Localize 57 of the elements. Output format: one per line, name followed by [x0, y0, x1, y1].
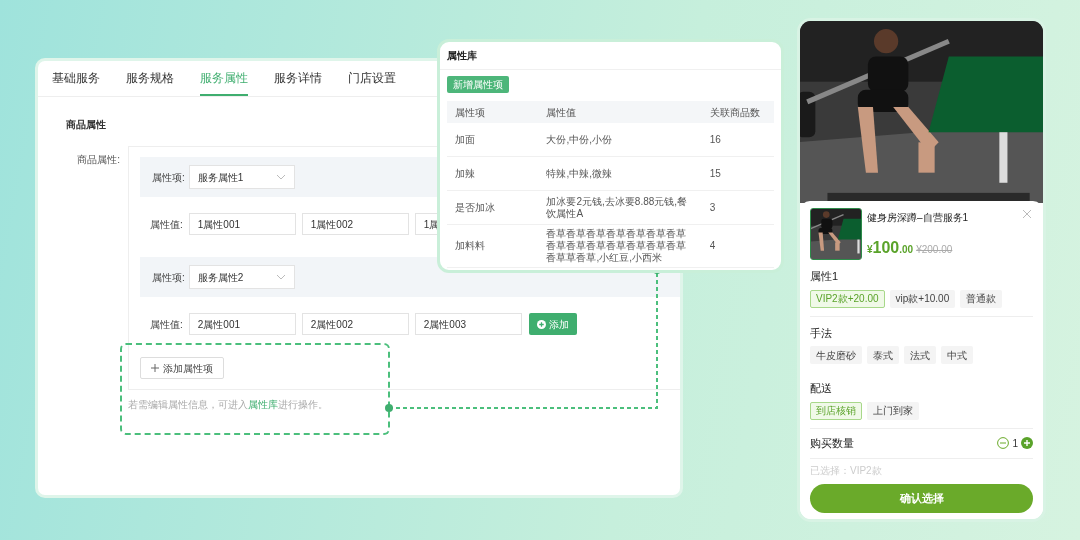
price: ¥100.00	[867, 238, 914, 258]
option-chip[interactable]: vip款+10.00	[889, 289, 956, 308]
option-chip[interactable]: 泰式	[867, 346, 899, 364]
table-cell-text: 是否加冰	[454, 201, 496, 214]
table-cell-text: 特辣,中辣,微辣	[545, 167, 614, 180]
input-field[interactable]: 2属性002	[301, 313, 409, 335]
table-cell-text: 加面	[454, 133, 476, 146]
input-field[interactable]: 1属性001	[188, 213, 296, 235]
column-header: 属性项	[454, 105, 486, 120]
option-group-title: 属性1	[810, 269, 840, 284]
table-cell-text: 3	[708, 201, 717, 214]
table-cell-text: 加辣	[454, 167, 476, 180]
tab[interactable]: 门店设置	[348, 61, 396, 96]
option-chip[interactable]: 牛皮磨砂	[810, 346, 862, 364]
original-price: ¥200.00	[916, 243, 953, 257]
panel-title: 属性库	[447, 49, 477, 63]
table-cell-text: 加料料	[454, 240, 486, 252]
option-group-title: 配送	[810, 381, 833, 396]
plus-circle-icon	[536, 319, 546, 329]
product-title: 健身房深蹲–自营服务1	[867, 211, 969, 225]
table-cell-text: 16	[708, 133, 722, 146]
select-field[interactable]: 服务属性2	[188, 265, 295, 289]
values-label: 属性值:	[150, 217, 183, 232]
option-chip[interactable]: 中式	[941, 346, 973, 364]
close-icon[interactable]	[1023, 210, 1031, 218]
tab[interactable]: 服务规格	[126, 61, 174, 96]
option-chip[interactable]: 上门到家	[867, 401, 919, 420]
quantity-label: 购买数量	[810, 435, 854, 451]
hint-text: 若需编辑属性信息，可进入属性库进行操作。	[128, 398, 329, 412]
values-label: 属性值:	[150, 317, 183, 332]
quantity-value: 1	[1012, 436, 1018, 451]
chevron-down-icon	[275, 274, 286, 280]
column-header: 属性值	[545, 105, 578, 120]
input-field[interactable]: 1属性002	[301, 213, 409, 235]
column-header: 关联商品数	[708, 105, 761, 120]
plus-icon[interactable]	[1021, 437, 1033, 449]
input-field[interactable]: 2属性003	[414, 313, 522, 335]
tab[interactable]: 服务详情	[274, 61, 322, 96]
field-label: 商品属性:	[76, 153, 120, 167]
tab[interactable]: 基础服务	[52, 61, 100, 96]
table-cell-text: 15	[708, 167, 722, 180]
minus-icon[interactable]	[997, 437, 1010, 449]
plus-icon	[151, 364, 159, 372]
input-field[interactable]: 2属性001	[188, 313, 296, 335]
chevron-down-icon	[275, 174, 286, 180]
table-cell-text: 香草香草香草香草香草香草香草香草香草香草香草香草香草香草香草草香草,小红豆,小西米	[545, 228, 688, 264]
select-field[interactable]: 服务属性1	[188, 165, 295, 189]
item-label: 属性项:	[152, 270, 185, 285]
add-item-button[interactable]: 添加属性项	[140, 357, 224, 379]
table-cell-text: 加冰要2元钱,去冰要8.88元钱,餐饮属性A	[545, 195, 689, 220]
option-chip[interactable]: 普通款	[960, 289, 1003, 308]
table-cell-text: 大份,中份,小份	[545, 133, 614, 146]
section-title: 商品属性	[66, 118, 107, 132]
item-label: 属性项:	[152, 170, 185, 185]
table-cell-text: 4	[708, 240, 717, 252]
option-chip[interactable]: 法式	[904, 346, 936, 364]
option-group-title: 手法	[810, 325, 833, 341]
